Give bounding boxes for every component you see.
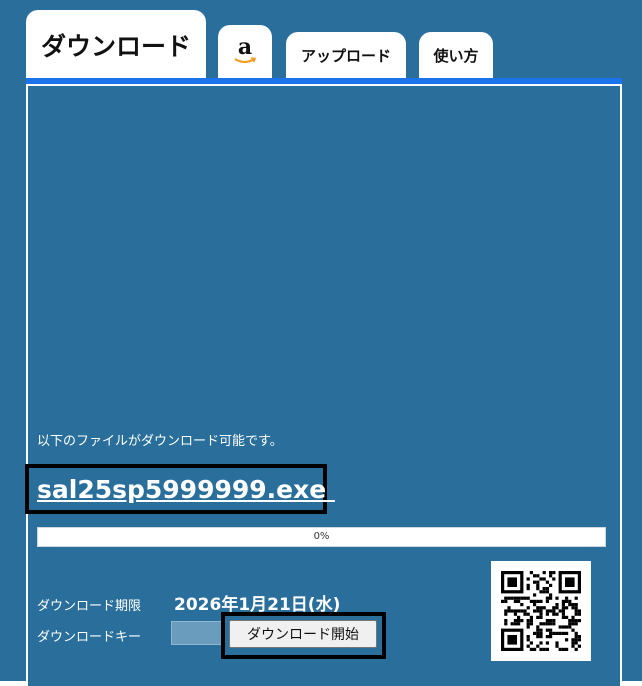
- download-key-input[interactable]: [171, 621, 223, 645]
- progress-label: 0%: [313, 531, 330, 542]
- tab-upload-label: アップロード: [300, 47, 391, 65]
- download-progress-bar: 0%: [37, 527, 606, 547]
- amazon-smile-icon: [234, 57, 256, 63]
- expiry-label: ダウンロード期限: [37, 599, 142, 614]
- file-download-link[interactable]: sal25sp5999999.exe: [37, 475, 335, 504]
- tab-howto-label: 使い方: [433, 47, 479, 65]
- amazon-logo-icon: a: [237, 34, 253, 60]
- tab-howto[interactable]: 使い方: [419, 32, 493, 79]
- download-notice: 以下のファイルがダウンロード可能です。: [37, 434, 283, 449]
- qr-code-icon: [491, 561, 591, 661]
- start-download-button[interactable]: ダウンロード開始: [229, 620, 377, 648]
- tab-download[interactable]: ダウンロード: [26, 10, 206, 79]
- download-page: ダウンロード a アップロード 使い方 以下のファイルがダウンロード可能です。 …: [0, 0, 642, 686]
- tab-amazon[interactable]: a: [218, 25, 272, 79]
- download-key-label: ダウンロードキー: [37, 630, 142, 645]
- tab-upload[interactable]: アップロード: [286, 32, 406, 79]
- tab-download-label: ダウンロード: [40, 31, 191, 61]
